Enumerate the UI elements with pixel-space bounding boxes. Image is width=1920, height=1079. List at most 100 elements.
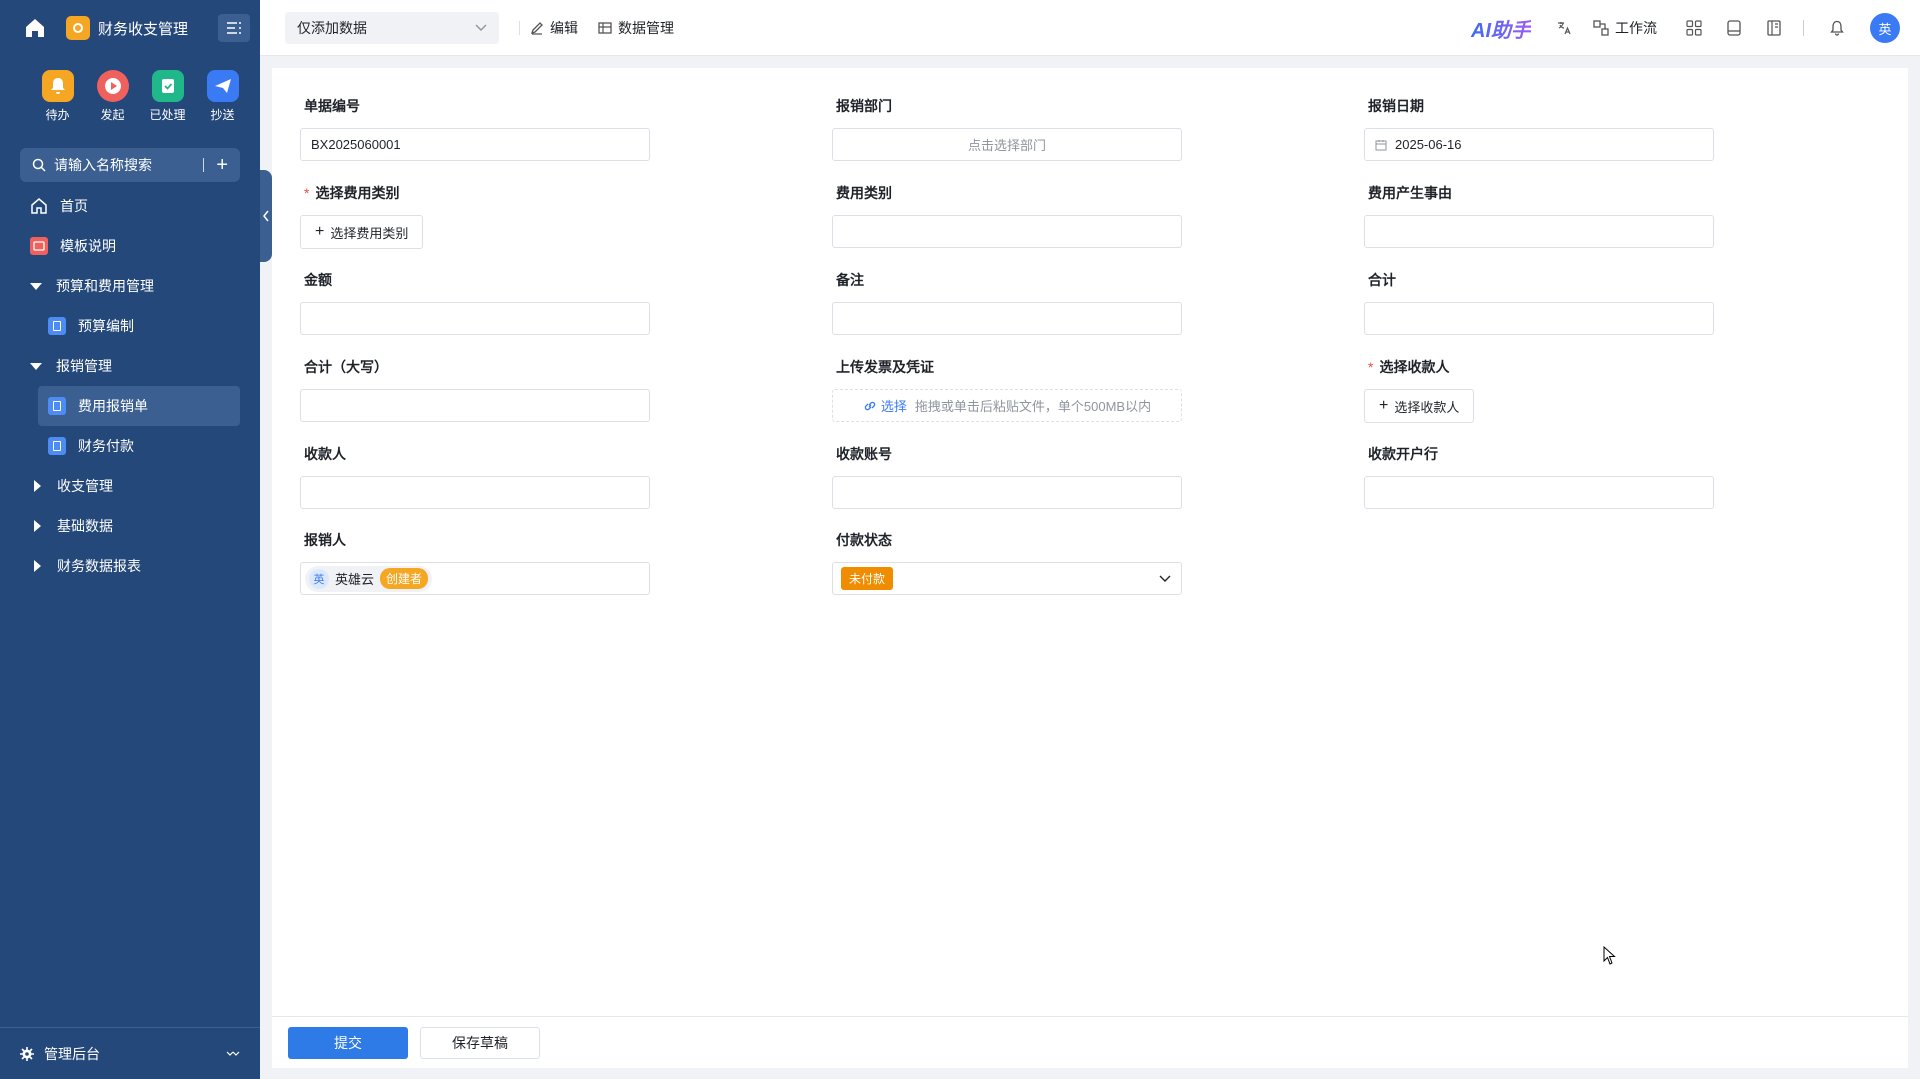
field-fee-type-pick: * 选择费用类别 + 选择费用类别 xyxy=(300,183,650,249)
quick-todo[interactable]: 待办 xyxy=(30,70,85,132)
sidebar-item-expense-claim[interactable]: 费用报销单 xyxy=(38,386,240,426)
workflow-label: 工作流 xyxy=(1615,20,1657,36)
plus-icon: + xyxy=(1379,397,1389,414)
collapse-icon[interactable] xyxy=(226,1049,240,1059)
quick-start[interactable]: 发起 xyxy=(85,70,140,132)
table-icon xyxy=(598,21,612,34)
select-fee-type-button[interactable]: + 选择费用类别 xyxy=(300,215,424,249)
field-label: 备注 xyxy=(836,272,864,288)
send-icon xyxy=(206,70,239,102)
ai-assistant-button[interactable]: AI助手 xyxy=(1471,14,1531,43)
field-remark: 备注 xyxy=(832,270,1182,335)
chevron-down-icon xyxy=(475,24,487,31)
field-label: 合计（大写） xyxy=(304,359,388,375)
sidebar-item-template[interactable]: 模板说明 xyxy=(0,226,260,266)
notification-bell-icon[interactable] xyxy=(1826,17,1848,39)
sidebar-search[interactable]: 请输入名称搜索 + xyxy=(20,148,240,182)
creator-tag: 创建者 xyxy=(380,568,429,589)
dept-picker[interactable]: 点击选择部门 xyxy=(832,128,1182,161)
check-doc-icon xyxy=(151,70,184,102)
caret-down-icon xyxy=(30,282,42,290)
sidebar-item-label: 首页 xyxy=(60,198,88,214)
user-avatar[interactable]: 英 xyxy=(1870,13,1900,43)
field-label: 上传发票及凭证 xyxy=(836,359,934,375)
document-icon xyxy=(48,437,66,455)
user-chip: 英 英雄云 创建者 xyxy=(305,565,433,592)
field-label: 付款状态 xyxy=(836,532,892,548)
sidebar-item-budget-plan[interactable]: 预算编制 xyxy=(0,306,260,346)
submit-button[interactable]: 提交 xyxy=(288,1026,408,1059)
field-fee-type: 费用类别 xyxy=(832,183,1182,248)
applicant-input[interactable]: 英 英雄云 创建者 xyxy=(300,562,650,595)
quick-actions: 待办 发起 已处理 抄送 xyxy=(0,56,260,132)
caret-right-icon xyxy=(34,480,41,492)
sidebar-item-label: 报销管理 xyxy=(56,358,112,374)
sidebar-item-label: 基础数据 xyxy=(57,518,113,534)
sidebar-item-label: 预算编制 xyxy=(78,318,134,334)
sidebar-group-reimburse[interactable]: 报销管理 xyxy=(0,346,260,386)
menu-toggle-button[interactable] xyxy=(218,14,250,42)
sidebar: 财务收支管理 待办 发起 已处理 抄送 请输入名称搜索 + 首页 模板说明 预算… xyxy=(0,0,260,1079)
apps-grid-icon[interactable] xyxy=(1683,17,1705,39)
reason-input[interactable] xyxy=(1364,215,1714,248)
sidebar-group-reports[interactable]: 财务数据报表 xyxy=(0,546,260,586)
translate-icon[interactable] xyxy=(1553,17,1575,39)
quick-label: 抄送 xyxy=(210,108,235,122)
payee-input[interactable] xyxy=(300,476,650,509)
sidebar-item-label: 费用报销单 xyxy=(78,398,148,414)
field-label: * 选择费用类别 xyxy=(300,183,650,203)
quick-cc[interactable]: 抄送 xyxy=(195,70,250,132)
fee-type-input[interactable] xyxy=(832,215,1182,248)
admin-console-label: 管理后台 xyxy=(44,1045,100,1062)
sidebar-item-label: 预算和费用管理 xyxy=(56,278,154,294)
chip-name: 英雄云 xyxy=(335,572,375,587)
gear-icon xyxy=(20,1046,34,1061)
sidebar-collapse-handle[interactable] xyxy=(260,170,272,262)
admin-console-link[interactable]: 管理后台 xyxy=(0,1027,260,1079)
sidebar-item-payment[interactable]: 财务付款 xyxy=(0,426,260,466)
divider xyxy=(519,20,520,35)
book-icon[interactable] xyxy=(1723,17,1745,39)
remark-input[interactable] xyxy=(832,302,1182,335)
total-upper-input[interactable] xyxy=(300,389,650,422)
field-pay-status: 付款状态 未付款 xyxy=(832,530,1182,595)
upload-select-link[interactable]: 选择 xyxy=(881,396,907,415)
workflow-button[interactable]: 工作流 xyxy=(1593,18,1657,38)
view-select[interactable]: 仅添加数据 xyxy=(285,11,499,44)
divider xyxy=(1803,20,1804,36)
data-manage-label: 数据管理 xyxy=(618,19,674,36)
sidebar-item-home[interactable]: 首页 xyxy=(0,186,260,226)
sidebar-item-label: 模板说明 xyxy=(60,238,116,254)
field-label: 报销人 xyxy=(304,532,346,548)
sidebar-group-base-data[interactable]: 基础数据 xyxy=(0,506,260,546)
total-input[interactable] xyxy=(1364,302,1714,335)
field-label: 报销日期 xyxy=(1368,98,1424,114)
sidebar-group-income-expense[interactable]: 收支管理 xyxy=(0,466,260,506)
field-label: 收款人 xyxy=(304,446,346,462)
top-toolbar: 仅添加数据 编辑 数据管理 AI助手 工作流 英 xyxy=(260,0,1920,56)
toolbar-right: AI助手 工作流 英 xyxy=(1471,0,1900,56)
caret-right-icon xyxy=(34,560,41,572)
pay-status-select[interactable]: 未付款 xyxy=(832,562,1182,595)
add-icon[interactable]: + xyxy=(216,155,228,175)
view-select-value: 仅添加数据 xyxy=(297,19,367,36)
field-amount: 金额 xyxy=(300,270,650,335)
home-icon[interactable] xyxy=(22,15,48,41)
edit-button[interactable]: 编辑 xyxy=(530,18,578,38)
field-dept: 报销部门 点击选择部门 xyxy=(832,96,1182,161)
amount-input[interactable] xyxy=(300,302,650,335)
save-draft-button[interactable]: 保存草稿 xyxy=(420,1026,540,1059)
home-outline-icon xyxy=(30,197,48,215)
bank-input[interactable] xyxy=(1364,476,1714,509)
quick-label: 待办 xyxy=(45,108,70,122)
sidebar-group-budget[interactable]: 预算和费用管理 xyxy=(0,266,260,306)
account-input[interactable] xyxy=(832,476,1182,509)
bill-no-input[interactable]: BX2025060001 xyxy=(300,128,650,161)
data-manage-button[interactable]: 数据管理 xyxy=(598,18,674,38)
select-payee-button[interactable]: + 选择收款人 xyxy=(1364,389,1475,423)
search-input[interactable]: 请输入名称搜索 xyxy=(54,155,203,175)
quick-done[interactable]: 已处理 xyxy=(140,70,195,132)
upload-dropzone[interactable]: 选择 拖拽或单击后粘贴文件，单个500MB以内 xyxy=(832,389,1182,422)
layout-panel-icon[interactable] xyxy=(1763,17,1785,39)
date-picker[interactable]: 2025-06-16 xyxy=(1364,128,1714,161)
